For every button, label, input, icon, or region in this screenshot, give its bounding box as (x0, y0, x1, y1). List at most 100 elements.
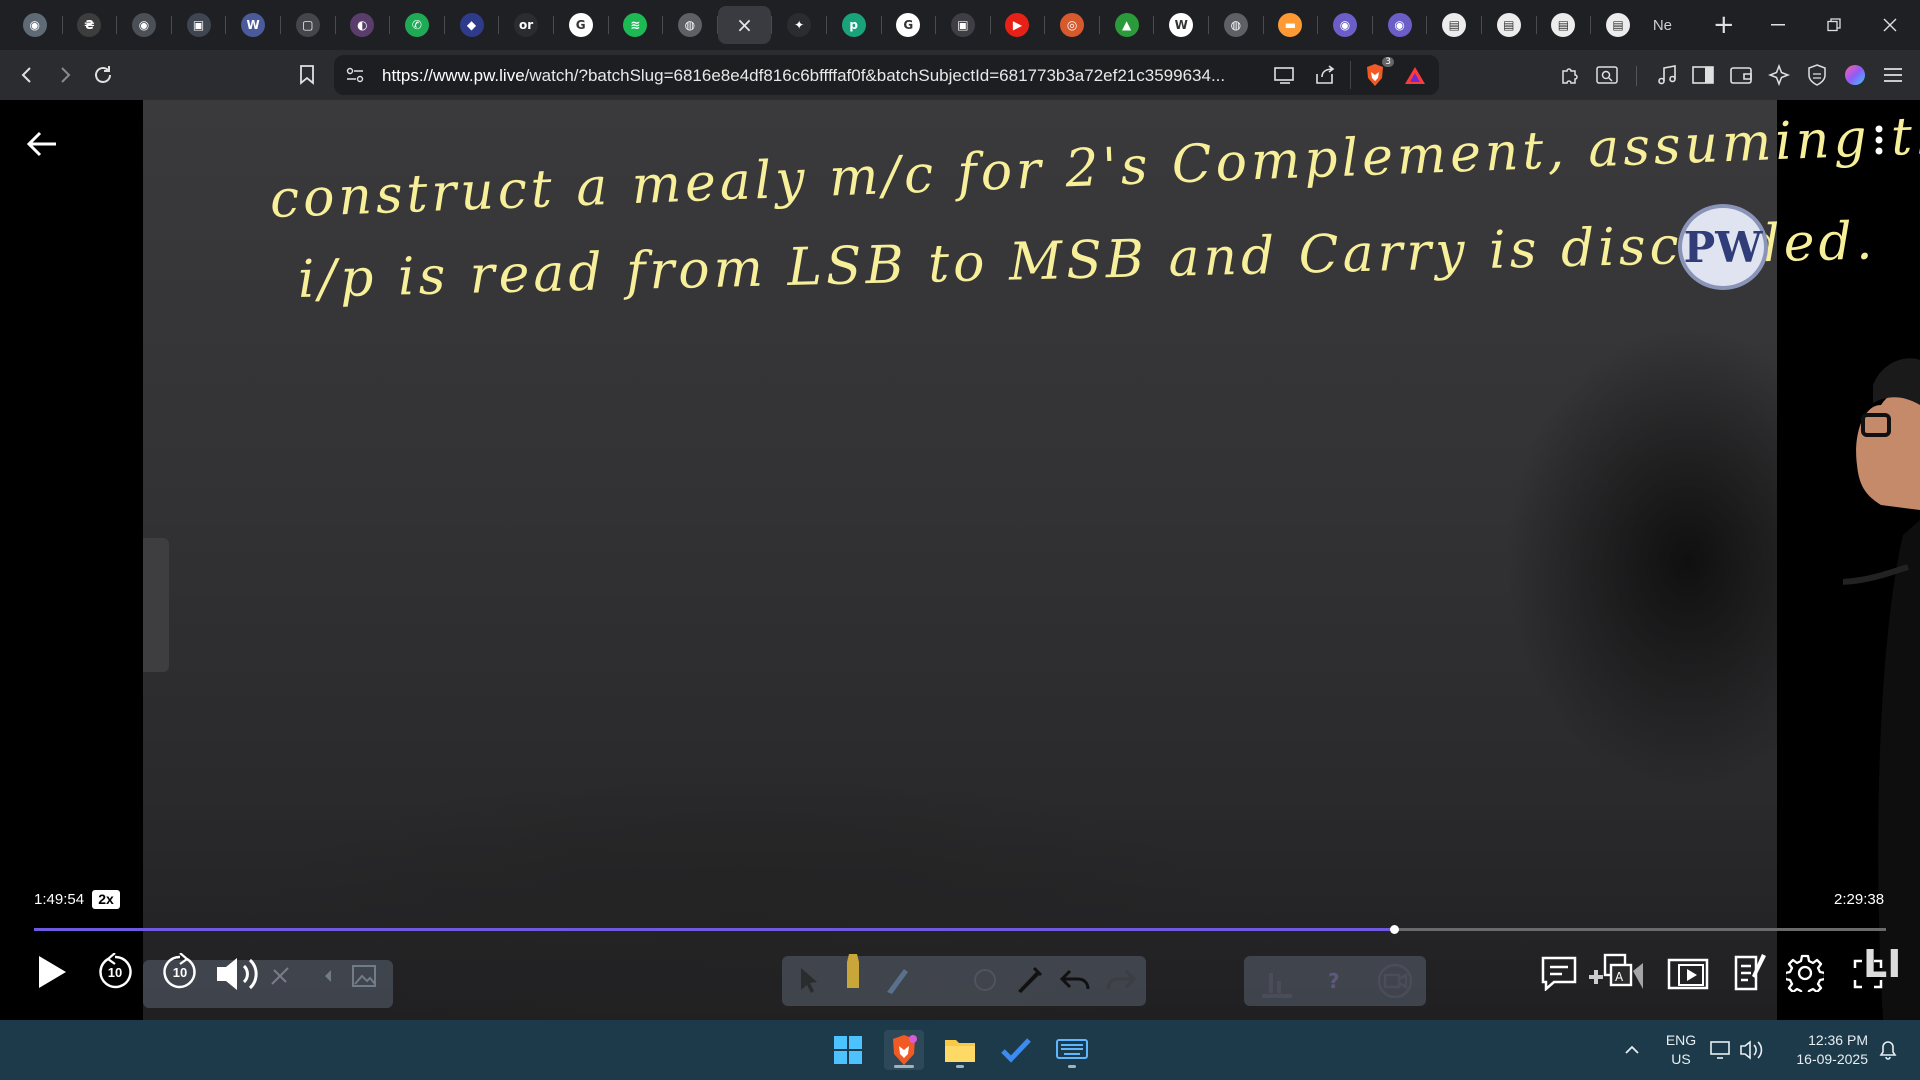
rewards-triangle-icon (1405, 67, 1425, 84)
sidebar-icon (1692, 66, 1714, 84)
app-icon: ▲ (1114, 13, 1139, 37)
leo-ai-button[interactable] (1764, 60, 1794, 90)
vpn-button[interactable] (1802, 60, 1832, 90)
settings-button[interactable] (1784, 952, 1826, 994)
forward-label: 10 (172, 965, 188, 980)
taskbar-touch-keyboard[interactable] (1052, 1030, 1092, 1070)
windows-logo-icon (834, 1036, 862, 1064)
tab-new-tab[interactable]: Ne (1645, 6, 1701, 44)
doc-icon: ▤ (1551, 13, 1576, 37)
browser-tab[interactable]: ◉ (8, 6, 62, 44)
browser-tab[interactable]: W (1154, 6, 1208, 44)
browser-tab[interactable]: ◉ (1318, 6, 1372, 44)
browser-tab[interactable]: or (499, 6, 553, 44)
browser-tab[interactable]: × (717, 6, 772, 44)
browser-tab[interactable]: ◉ (1373, 6, 1427, 44)
browser-tab[interactable]: ▤ (1482, 6, 1536, 44)
sidebar-button[interactable] (1688, 60, 1718, 90)
browser-tab[interactable]: ▤ (1537, 6, 1591, 44)
browser-tab[interactable]: ◐ (336, 6, 390, 44)
minimize-button[interactable] (1750, 0, 1806, 50)
share-button[interactable] (1310, 60, 1340, 90)
playback-speed-badge[interactable]: 2x (92, 890, 120, 909)
back-arrow-icon[interactable] (24, 126, 60, 162)
taskbar-brave[interactable] (884, 1030, 924, 1070)
browser-tab[interactable]: p (827, 6, 881, 44)
browser-tab[interactable]: ≋ (609, 6, 663, 44)
browser-tab[interactable]: W (226, 6, 280, 44)
side-panel-handle[interactable] (143, 538, 169, 672)
share-icon (1316, 65, 1335, 84)
browser-tab[interactable]: ▤ (1591, 6, 1645, 44)
browser-tab[interactable]: ▢ (281, 6, 335, 44)
tray-overflow-button[interactable] (1612, 1030, 1652, 1070)
site-info-button[interactable] (340, 60, 370, 90)
browser-tab[interactable]: ₴ (63, 6, 117, 44)
browser-tab[interactable]: ▣ (172, 6, 226, 44)
notifications-button[interactable] (1868, 1030, 1908, 1070)
more-options-icon[interactable] (1867, 120, 1891, 160)
brave-rewards-button[interactable] (1400, 60, 1430, 90)
board-tool-1 (268, 964, 292, 988)
browser-tab[interactable]: ✆ (390, 6, 444, 44)
browser-tab[interactable]: ▬ (1264, 6, 1318, 44)
svg-text:?: ? (1328, 969, 1340, 993)
chat-button[interactable] (1538, 952, 1580, 994)
language-indicator[interactable]: ENG US (1662, 1031, 1700, 1069)
translate-button[interactable]: A (1584, 950, 1644, 998)
language-code: ENG (1665, 1032, 1697, 1048)
cast-button[interactable] (1270, 60, 1300, 90)
browser-tab[interactable]: ✦ (772, 6, 826, 44)
menu-button[interactable] (1878, 60, 1908, 90)
browser-tab[interactable]: ▶ (991, 6, 1045, 44)
globe-icon: ◍ (1223, 13, 1248, 37)
gemini-icon: ✦ (787, 13, 812, 37)
wallet-button[interactable] (1726, 60, 1756, 90)
volume-button[interactable] (214, 952, 264, 996)
clock[interactable]: 12:36 PM 16-09-2025 (1778, 1031, 1868, 1069)
media-button[interactable] (1652, 60, 1682, 90)
total-time: 2:29:38 (1834, 891, 1885, 908)
browser-tab[interactable]: ▣ (936, 6, 990, 44)
tab-list: ◉ ₴ ◉ ▣ W ▢ ◐ ✆ ◆ or G ≋ ◍ × ✦ p G ▣ ▶ ◎ ▲ W ◍ ▬ ◉ ◉ ▤ ▤ ▤ ▤ (8, 6, 1645, 44)
notes-button[interactable] (1730, 950, 1770, 994)
browser-tab[interactable]: ▲ (1100, 6, 1154, 44)
video-player[interactable]: construct a mealy m/c for 2's Complement… (0, 100, 1920, 1020)
new-tab-button[interactable]: + (1713, 10, 1735, 40)
profile-button[interactable] (1840, 60, 1870, 90)
close-window-button[interactable] (1862, 0, 1918, 50)
reload-button[interactable] (88, 60, 118, 90)
fullscreen-icon (1853, 959, 1883, 989)
pen-tool (882, 962, 912, 998)
omnibox-divider (1350, 61, 1351, 89)
browser-tab[interactable]: G (882, 6, 936, 44)
browser-tab[interactable]: ◎ (1045, 6, 1099, 44)
restore-button[interactable] (1806, 0, 1862, 50)
extensions-button[interactable] (1556, 60, 1586, 90)
browser-tab[interactable]: ◆ (445, 6, 499, 44)
browser-tab[interactable]: ◉ (117, 6, 171, 44)
play-button[interactable] (32, 950, 72, 994)
pointer-tool-icon (309, 970, 331, 982)
picture-in-picture-button[interactable] (1666, 954, 1710, 994)
browser-tab[interactable]: ◍ (663, 6, 717, 44)
forward-10-button[interactable]: 10 (160, 952, 200, 992)
browser-tab[interactable]: ▤ (1427, 6, 1481, 44)
undo-icon (1060, 969, 1090, 990)
browser-tab[interactable]: ◍ (1209, 6, 1263, 44)
back-button[interactable] (12, 60, 42, 90)
network-volume-button[interactable] (1708, 1030, 1768, 1070)
start-button[interactable] (828, 1030, 868, 1070)
taskbar-todo[interactable] (996, 1030, 1036, 1070)
rewind-10-button[interactable]: 10 (95, 952, 135, 992)
search-page-button[interactable] (1592, 60, 1622, 90)
forward-button[interactable] (50, 60, 80, 90)
browser-tab[interactable]: G (554, 6, 608, 44)
brave-shields-button[interactable]: 3 (1360, 57, 1394, 90)
bookmark-button[interactable] (292, 60, 322, 90)
progress-bar[interactable] (34, 925, 1886, 934)
shield-icon: ◆ (459, 13, 484, 37)
taskbar-file-explorer[interactable] (940, 1030, 980, 1070)
fullscreen-button[interactable] (1850, 956, 1886, 992)
address-bar[interactable]: https://www.pw.live/watch/?batchSlug=681… (334, 55, 1439, 95)
